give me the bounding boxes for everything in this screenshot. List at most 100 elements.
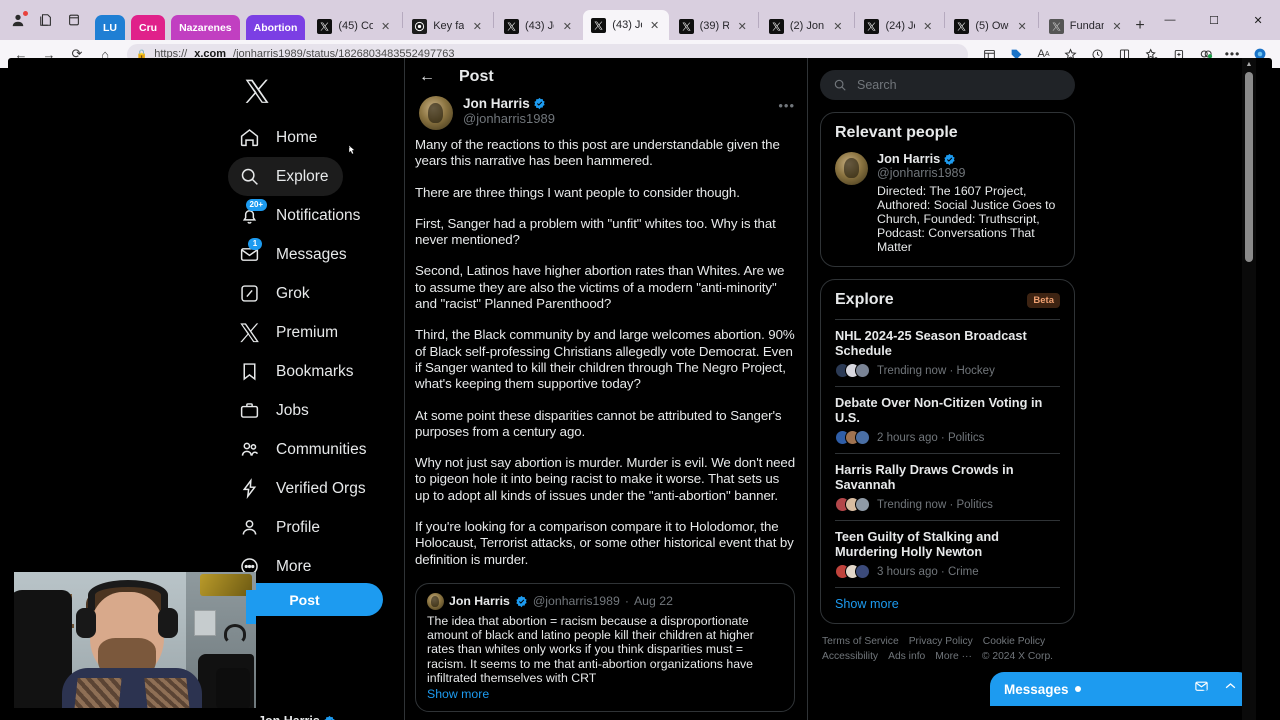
tab-title: (39) R A W S A <box>699 20 730 32</box>
sidebar-item-verified-orgs[interactable]: Verified Orgs <box>228 469 380 508</box>
sidebar-item-grok[interactable]: Grok <box>228 274 324 313</box>
sidebar-item-messages[interactable]: 1 Messages <box>228 235 361 274</box>
browser-tab[interactable]: (45) Conjunction ✕ <box>309 12 399 40</box>
relevant-person[interactable]: Jon Harris @jonharris1989 Directed: The … <box>835 152 1060 254</box>
trend-item[interactable]: Teen Guilty of Stalking and Murdering Ho… <box>835 520 1060 587</box>
trend-meta-row: 3 hours ago · Crime <box>835 564 1060 579</box>
sidebar-item-jobs[interactable]: Jobs <box>228 391 323 430</box>
new-message-icon[interactable] <box>1194 679 1209 699</box>
account-switcher[interactable]: Jon Harris @jonharris1989 <box>258 714 398 720</box>
sidebar-item-bookmarks[interactable]: Bookmarks <box>228 352 368 391</box>
person-name-row: Jon Harris <box>877 152 1060 166</box>
browser-tab[interactable]: (43) Jon Harris ✕ <box>496 12 581 40</box>
footer-link-accessibility[interactable]: Accessibility <box>822 651 878 662</box>
browser-tab-active[interactable]: (43) Jon Harris ✕ <box>583 10 669 40</box>
quoted-date: Aug 22 <box>633 594 673 609</box>
x-logo[interactable] <box>234 68 280 114</box>
browser-tab[interactable]: (2) Jon Harris on ✕ <box>761 12 852 40</box>
profile-alert-dot <box>23 11 28 16</box>
trend-thumb <box>855 363 870 378</box>
sidebar-item-notifications[interactable]: 20+ Notifications <box>228 196 374 235</box>
search-icon <box>238 166 260 188</box>
profile-icon[interactable] <box>10 11 28 28</box>
webcam-picture-frame <box>194 610 216 636</box>
close-icon[interactable]: ✕ <box>1015 19 1029 33</box>
search-input[interactable]: Search <box>820 70 1075 100</box>
author-handle[interactable]: @jonharris1989 <box>463 111 555 127</box>
new-tab-button[interactable]: + <box>1132 12 1148 40</box>
trend-title: Harris Rally Draws Crowds in Savannah <box>835 462 1014 492</box>
mail-icon: 1 <box>238 237 262 266</box>
sidebar-item-explore[interactable]: Explore <box>228 157 343 196</box>
close-icon[interactable]: ✕ <box>470 19 484 33</box>
relevant-people-title: Relevant people <box>835 124 958 141</box>
explore-title: Explore <box>835 291 894 308</box>
messages-dock-label: Messages <box>1004 681 1069 697</box>
explore-show-more-link[interactable]: Show more <box>835 587 1060 611</box>
sidebar-item-home[interactable]: Home <box>228 118 331 157</box>
quoted-separator: · <box>624 594 629 609</box>
trend-item[interactable]: NHL 2024-25 Season Broadcast Schedule Tr… <box>835 319 1060 386</box>
trend-title: Teen Guilty of Stalking and Murdering Ho… <box>835 529 1000 559</box>
sidebar-item-label: Profile <box>276 518 320 536</box>
footer-link-ads-info[interactable]: Ads info <box>888 651 925 662</box>
browser-tab[interactable]: (24) Jon Harris ✕ <box>856 12 941 40</box>
trend-item[interactable]: Debate Over Non-Citizen Voting in U.S. 2… <box>835 386 1060 453</box>
tab-actions-icon[interactable] <box>66 12 82 28</box>
quoted-show-more-link[interactable]: Show more <box>427 687 783 701</box>
avatar[interactable] <box>419 96 453 130</box>
grok-icon <box>238 283 260 305</box>
close-window-button[interactable]: ✕ <box>1236 4 1280 36</box>
browser-tab[interactable]: (5) Owen Strach ✕ <box>946 12 1036 40</box>
sidebar-item-premium[interactable]: Premium <box>228 313 352 352</box>
close-icon[interactable]: ✕ <box>1110 19 1124 33</box>
people-icon <box>238 439 260 461</box>
close-icon[interactable]: ✕ <box>831 19 845 33</box>
sidebar-item-communities[interactable]: Communities <box>228 430 380 469</box>
scroll-up-arrow-icon[interactable]: ▲ <box>1245 61 1253 69</box>
sidebar-item-label: More <box>276 557 312 575</box>
trend-title: Debate Over Non-Citizen Voting in U.S. <box>835 395 1043 425</box>
minimize-button[interactable]: — <box>1148 4 1192 36</box>
close-icon[interactable]: ✕ <box>648 18 662 32</box>
scrollbar-thumb[interactable] <box>1245 72 1253 262</box>
tab-group-lu[interactable]: LU <box>95 15 125 40</box>
tab-group-cru[interactable]: Cru <box>131 15 166 40</box>
post-paragraph: At some point these disparities cannot b… <box>415 407 782 439</box>
tab-group-nazarenes[interactable]: Nazarenes <box>171 15 240 40</box>
post-more-menu-icon[interactable]: ••• <box>778 98 795 113</box>
author-name[interactable]: Jon Harris <box>463 96 530 111</box>
tab-group-abortion[interactable]: Abortion <box>245 15 306 40</box>
close-icon[interactable]: ✕ <box>921 19 935 33</box>
close-icon[interactable]: ✕ <box>735 19 749 33</box>
footer-link-privacy[interactable]: Privacy Policy <box>909 636 973 647</box>
webcam-headphone-earcup <box>76 608 96 638</box>
chevron-up-icon[interactable] <box>1223 679 1238 699</box>
close-icon[interactable]: ✕ <box>379 19 393 33</box>
footer-link-cookie[interactable]: Cookie Policy <box>983 636 1045 647</box>
messages-dock[interactable]: Messages <box>990 672 1252 706</box>
post-paragraph: Second, Latinos have higher abortion rat… <box>415 263 785 312</box>
avatar <box>835 152 868 185</box>
footer-link-terms[interactable]: Terms of Service <box>822 636 899 647</box>
sidebar-item-label: Verified Orgs <box>276 479 366 497</box>
trend-meta: Trending now · Hockey <box>877 364 995 377</box>
close-icon[interactable]: ✕ <box>560 19 574 33</box>
restore-button[interactable]: ☐ <box>1192 4 1236 36</box>
lightning-icon <box>238 478 260 500</box>
sidebar-item-profile[interactable]: Profile <box>228 508 334 547</box>
x-icon <box>1048 18 1064 34</box>
x-icon <box>954 18 970 34</box>
trend-item[interactable]: Harris Rally Draws Crowds in Savannah Tr… <box>835 453 1060 520</box>
trend-thumbnails <box>835 430 870 445</box>
browser-tab[interactable]: Key facts about ✕ <box>404 12 491 40</box>
messages-dock-title-row: Messages <box>1004 682 1081 697</box>
browser-tab[interactable]: (39) R A W S A ✕ <box>671 12 757 40</box>
browser-tab[interactable]: Fundamentals C ✕ <box>1041 12 1131 40</box>
collections-icon[interactable] <box>38 12 54 28</box>
back-arrow-icon[interactable]: ← <box>419 68 435 86</box>
footer-link-more[interactable]: More ··· <box>935 651 972 662</box>
webcam-shelf-object <box>200 574 252 596</box>
page-scrollbar[interactable]: ▲ <box>1242 58 1256 720</box>
quoted-post-card[interactable]: Jon Harris @jonharris1989 · Aug 22 The i… <box>415 582 795 712</box>
